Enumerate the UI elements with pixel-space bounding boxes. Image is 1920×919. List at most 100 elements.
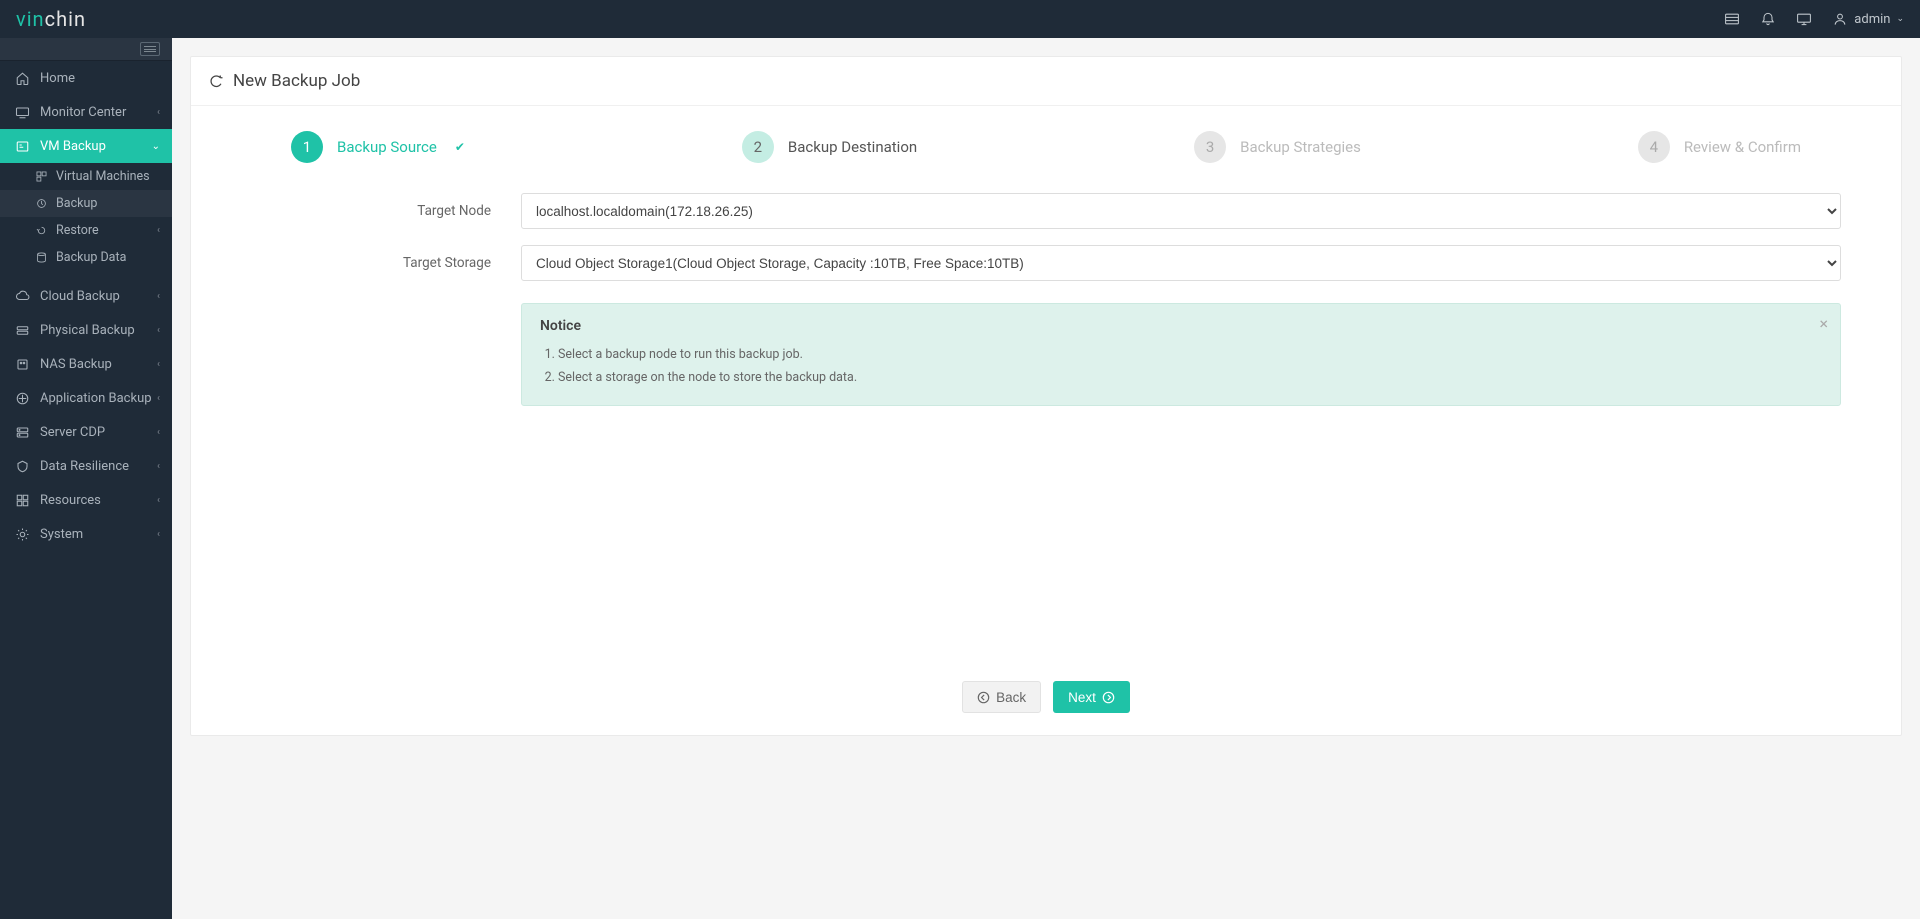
sidebar-item-server-cdp[interactable]: Server CDP ‹ — [0, 415, 172, 449]
chevron-left-icon: ‹ — [157, 107, 160, 118]
step-4: 4 Review & Confirm — [1638, 131, 1801, 163]
grid-icon[interactable] — [1724, 11, 1740, 27]
sidebar-item-label: Server CDP — [40, 425, 157, 440]
chevron-left-icon: ‹ — [157, 427, 160, 438]
chevron-left-icon: ‹ — [157, 225, 160, 236]
panel-footer: Back Next — [191, 666, 1901, 735]
sidebar-sub-label: Backup Data — [56, 250, 126, 265]
user-label: admin — [1854, 12, 1890, 27]
step-number: 2 — [742, 131, 774, 163]
virtual-machines-icon — [34, 170, 48, 183]
physical-backup-icon — [14, 322, 30, 338]
sidebar-item-data-resilience[interactable]: Data Resilience ‹ — [0, 449, 172, 483]
hamburger-icon[interactable] — [140, 42, 160, 56]
refresh-icon — [209, 74, 224, 89]
logo: vinchin — [16, 7, 86, 31]
next-button[interactable]: Next — [1053, 681, 1130, 713]
top-bar: vinchin admin ⌄ — [0, 0, 1920, 38]
chevron-left-icon: ‹ — [157, 359, 160, 370]
user-menu[interactable]: admin ⌄ — [1832, 11, 1904, 27]
bell-icon[interactable] — [1760, 11, 1776, 27]
step-number: 3 — [1194, 131, 1226, 163]
main-content: New Backup Job 1 Backup Source ✔ 2 Backu… — [172, 38, 1920, 919]
step-2[interactable]: 2 Backup Destination — [742, 131, 917, 163]
step-number: 4 — [1638, 131, 1670, 163]
sidebar-item-label: System — [40, 527, 157, 542]
sidebar-item-label: NAS Backup — [40, 357, 157, 372]
sidebar-item-label: Data Resilience — [40, 459, 157, 474]
sidebar-item-application-backup[interactable]: Application Backup ‹ — [0, 381, 172, 415]
notice-line: Select a storage on the node to store th… — [558, 367, 1822, 390]
notice-title: Notice — [540, 318, 1822, 334]
sidebar-sub-label: Virtual Machines — [56, 169, 150, 184]
sidebar-item-monitor-center[interactable]: Monitor Center ‹ — [0, 95, 172, 129]
form-row-target-node: Target Node localhost.localdomain(172.18… — [251, 193, 1841, 229]
resources-icon — [14, 492, 30, 508]
target-storage-select[interactable]: Cloud Object Storage1(Cloud Object Stora… — [521, 245, 1841, 281]
system-icon — [14, 526, 30, 542]
sidebar-item-vm-backup[interactable]: VM Backup ⌄ — [0, 129, 172, 163]
sidebar: Home Monitor Center ‹ VM Backup ⌄ Virtua… — [0, 38, 172, 919]
step-label: Review & Confirm — [1684, 138, 1801, 156]
data-resilience-icon — [14, 458, 30, 474]
chevron-left-icon: ‹ — [157, 461, 160, 472]
vm-backup-icon — [14, 138, 30, 154]
notice-box: × Notice Select a backup node to run thi… — [521, 303, 1841, 406]
chevron-left-icon: ‹ — [157, 291, 160, 302]
chevron-left-icon: ‹ — [157, 495, 160, 506]
step-label: Backup Destination — [788, 138, 917, 156]
chevron-left-icon: ‹ — [157, 325, 160, 336]
sidebar-item-label: VM Backup — [40, 139, 152, 154]
home-icon — [14, 70, 30, 86]
server-cdp-icon — [14, 424, 30, 440]
sidebar-item-label: Application Backup — [40, 391, 157, 406]
sidebar-item-label: Physical Backup — [40, 323, 157, 338]
step-number: 1 — [291, 131, 323, 163]
step-3: 3 Backup Strategies — [1194, 131, 1361, 163]
cloud-backup-icon — [14, 288, 30, 304]
form-row-target-storage: Target Storage Cloud Object Storage1(Clo… — [251, 245, 1841, 281]
step-label: Backup Source — [337, 138, 437, 156]
monitor-icon[interactable] — [1796, 11, 1812, 27]
wizard-steps: 1 Backup Source ✔ 2 Backup Destination 3… — [291, 131, 1801, 163]
sidebar-item-nas-backup[interactable]: NAS Backup ‹ — [0, 347, 172, 381]
chevron-left-icon: ‹ — [157, 393, 160, 404]
check-icon: ✔ — [455, 140, 465, 154]
sidebar-sub-label: Backup — [56, 196, 97, 211]
step-1[interactable]: 1 Backup Source ✔ — [291, 131, 465, 163]
chevron-down-icon: ⌄ — [1896, 14, 1904, 24]
backup-icon — [34, 197, 48, 210]
user-icon — [1832, 11, 1848, 27]
sidebar-item-label: Home — [40, 71, 160, 86]
application-backup-icon — [14, 390, 30, 406]
sidebar-item-system[interactable]: System ‹ — [0, 517, 172, 551]
notice-line: Select a backup node to run this backup … — [558, 344, 1822, 367]
panel-header: New Backup Job — [191, 57, 1901, 106]
panel-body: 1 Backup Source ✔ 2 Backup Destination 3… — [191, 106, 1901, 666]
page-title: New Backup Job — [233, 71, 360, 91]
target-node-select[interactable]: localhost.localdomain(172.18.26.25) — [521, 193, 1841, 229]
sidebar-item-physical-backup[interactable]: Physical Backup ‹ — [0, 313, 172, 347]
sidebar-sub-backup-data[interactable]: Backup Data — [0, 244, 172, 271]
step-label: Backup Strategies — [1240, 138, 1361, 156]
monitor-center-icon — [14, 104, 30, 120]
sidebar-item-resources[interactable]: Resources ‹ — [0, 483, 172, 517]
sidebar-toggle-row — [0, 38, 172, 61]
target-storage-label: Target Storage — [251, 255, 521, 271]
chevron-down-icon: ⌄ — [152, 141, 160, 152]
sidebar-sub-virtual-machines[interactable]: Virtual Machines — [0, 163, 172, 190]
chevron-left-icon: ‹ — [157, 529, 160, 540]
sidebar-sub-label: Restore — [56, 223, 99, 238]
back-button[interactable]: Back — [962, 681, 1041, 713]
sidebar-sub-restore[interactable]: Restore ‹ — [0, 217, 172, 244]
top-bar-right: admin ⌄ — [1724, 11, 1904, 27]
nas-backup-icon — [14, 356, 30, 372]
target-node-label: Target Node — [251, 203, 521, 219]
close-icon[interactable]: × — [1819, 314, 1828, 333]
sidebar-item-label: Monitor Center — [40, 105, 157, 120]
sidebar-sub-backup[interactable]: Backup — [0, 190, 172, 217]
sidebar-item-home[interactable]: Home — [0, 61, 172, 95]
panel: New Backup Job 1 Backup Source ✔ 2 Backu… — [190, 56, 1902, 736]
sidebar-item-cloud-backup[interactable]: Cloud Backup ‹ — [0, 279, 172, 313]
sidebar-item-label: Resources — [40, 493, 157, 508]
